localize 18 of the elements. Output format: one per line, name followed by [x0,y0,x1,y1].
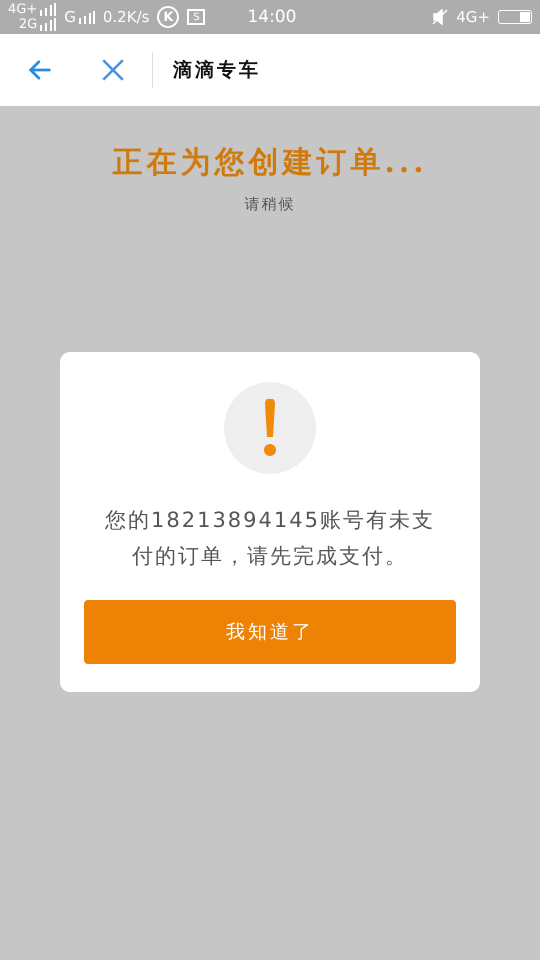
status-time: 14:00 [247,7,296,27]
network-label: 4G+ [456,8,490,26]
loading-subtitle: 请稍候 [244,195,296,214]
sim-network-label: 4G+ [8,2,38,17]
loading-title: 正在为您创建订单... [112,144,428,182]
dialog-message: 您的18213894145账号有未支付的订单，请先完成支付。 [104,507,436,570]
screenshot-icon: S [187,9,206,25]
confirm-button[interactable]: 我知道了 [84,600,456,664]
sim-network-label: 2G [18,17,38,32]
network-speed: 0.2K/s [102,8,150,26]
signal-icon [40,3,56,16]
app-badge-icon: K [157,6,180,28]
signal-icon [78,10,95,24]
signal-icon [40,18,56,31]
battery-icon [498,10,532,24]
page-title: 滴滴专车 [173,58,261,83]
network-label: G [64,8,76,26]
close-icon [100,57,126,83]
